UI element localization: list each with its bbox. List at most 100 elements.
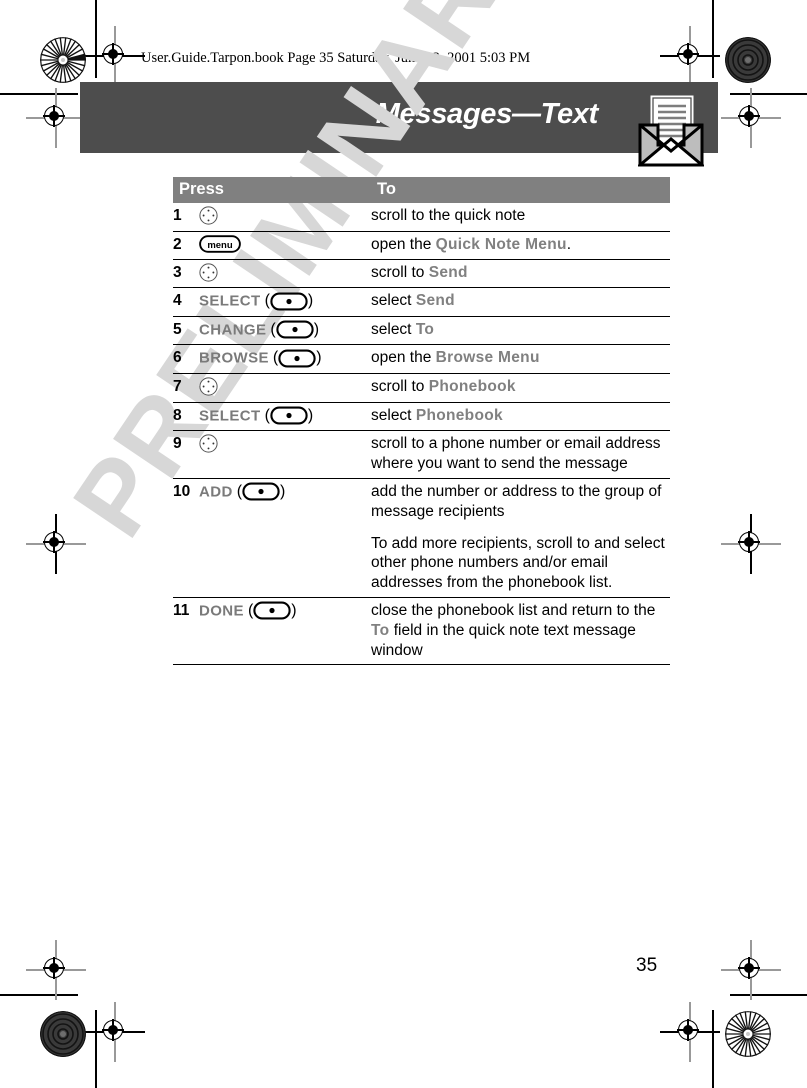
page-title: Messages—Text [375,98,599,130]
step-description-cell: open the Quick Note Menu. [371,231,670,260]
oval-select-key-icon [270,292,308,311]
screen-text: Browse Menu [435,349,540,367]
step-description-cell: open the Browse Menu [371,344,670,374]
registration-mark-bottom-left-outer [85,1002,145,1062]
oval-select-key-icon [276,320,314,339]
column-header-to: To [371,177,670,203]
table-row: 6 BROWSE() open the Browse Menu [173,344,670,374]
step-number: 7 [173,373,199,403]
key-paren-close: ) [307,292,314,310]
step-key-cell[interactable]: ADD() [199,478,371,598]
body-text: add the number or address to the group o… [371,482,662,520]
step-key-cell[interactable]: DONE() [199,597,371,666]
screen-text: Send [415,292,455,310]
step-description: scroll to Send [371,263,670,283]
body-text: scroll to a phone number or email addres… [371,435,661,473]
oval-select-key-icon [253,601,291,620]
step-key-label: SELECT [199,293,261,311]
step-description: open the Quick Note Menu. [371,235,670,255]
step-description: select Phonebook [371,406,670,426]
step-description-cell: scroll to Phonebook [371,373,670,403]
step-description: add the number or address to the group o… [371,482,670,522]
registration-mark-top-left-inner [26,88,86,148]
table-row: 8 SELECT() select Phonebook [173,402,670,432]
screen-text: Phonebook [428,377,516,395]
step-key-cell[interactable] [199,373,371,403]
step-key-cell[interactable]: SELECT() [199,402,371,432]
nav-scroll-key-icon [199,434,218,453]
key-paren-close: ) [313,320,320,338]
star-target-bottom-right [725,1011,771,1057]
body-text: select [371,406,416,424]
body-text: field in the quick note text message win… [371,621,636,659]
screen-text: Phonebook [415,406,503,424]
step-description-cell: close the phonebook list and return to t… [371,597,670,666]
screen-text: Send [428,263,468,281]
nav-scroll-key-icon [199,263,218,282]
step-number: 2 [173,231,199,260]
registration-mark-top-left-outer [85,26,145,86]
step-description-cell: scroll to Send [371,259,670,289]
step-number: 5 [173,316,199,346]
table-row: 1 scroll to the quick note [173,203,670,232]
step-description-note: To add more recipients, scroll to and se… [371,534,665,592]
column-header-press: Press [173,177,371,203]
oval-select-key-icon [278,349,316,368]
registration-mark-top-right-inner [721,88,781,148]
document-page: User.Guide.Tarpon.book Page 35 Saturday,… [0,0,807,1088]
star-target-bottom-left [40,1011,86,1057]
registration-mark-bottom-right-inner [721,940,781,1000]
step-description: open the Browse Menu [371,348,670,368]
step-description-cell: add the number or address to the group o… [371,478,670,598]
step-description-cell: select Send [371,287,670,317]
step-number: 3 [173,259,199,289]
step-key-label: DONE [199,602,244,620]
table-row: 11 DONE() close the phonebook list and ret… [173,597,670,666]
body-text: scroll to [371,263,429,281]
step-description: select To [371,320,670,340]
table-row: 9 scroll to a phone number or email addre… [173,430,670,479]
step-key-cell[interactable]: SELECT() [199,287,371,317]
screen-text: To [371,621,390,639]
body-text: select [371,292,416,310]
nav-scroll-key-icon [199,206,218,225]
step-description-cell: scroll to the quick note [371,203,670,232]
table-header-row: Press To [173,177,670,203]
step-number: 10 [173,478,199,598]
table-row: 7 scroll to Phonebook [173,373,670,403]
key-paren-close: ) [316,349,322,367]
step-key-label: ADD [199,483,233,501]
body-text: . [566,235,572,253]
registration-mark-bottom-right-outer [660,1002,720,1062]
key-paren-close: ) [307,406,314,424]
step-key-label: SELECT [199,407,261,425]
step-description-cell: scroll to a phone number or email addres… [371,430,670,479]
step-key-label: BROWSE [199,350,269,368]
registration-mark-mid-right [721,514,781,574]
step-description: scroll to a phone number or email addres… [371,434,670,474]
table-row: 10 ADD() add the number or address to the … [173,478,670,598]
table-row: 2 menu open the Quick Note Menu. [173,231,670,260]
step-key-cell[interactable]: BROWSE() [199,344,371,374]
step-description-cell: select Phonebook [371,402,670,432]
step-number: 4 [173,287,199,317]
step-description: select Send [371,291,670,311]
key-paren-close: ) [280,482,286,500]
step-key-label: CHANGE [199,321,267,339]
chapter-header-band: Messages—Text [80,82,718,153]
step-key-cell[interactable]: CHANGE() [199,316,371,346]
step-key-cell[interactable] [199,203,371,232]
step-key-cell[interactable] [199,430,371,479]
svg-text:menu: menu [207,240,233,251]
step-key-cell[interactable] [199,259,371,289]
registration-mark-bottom-left-inner [26,940,86,1000]
book-file-info-line: User.Guide.Tarpon.book Page 35 Saturday,… [141,50,531,66]
step-number: 9 [173,430,199,479]
step-key-cell[interactable]: menu [199,231,371,260]
body-text: close the phonebook list and return to t… [371,601,656,619]
body-text: open the [371,235,436,253]
nav-scroll-key-icon [199,377,218,396]
screen-text: Quick Note Menu [435,235,567,253]
press-to-steps-table: Press To 1 scroll to the quick note 2 menu o… [173,177,670,666]
table-row: 4 SELECT() select Send [173,287,670,317]
